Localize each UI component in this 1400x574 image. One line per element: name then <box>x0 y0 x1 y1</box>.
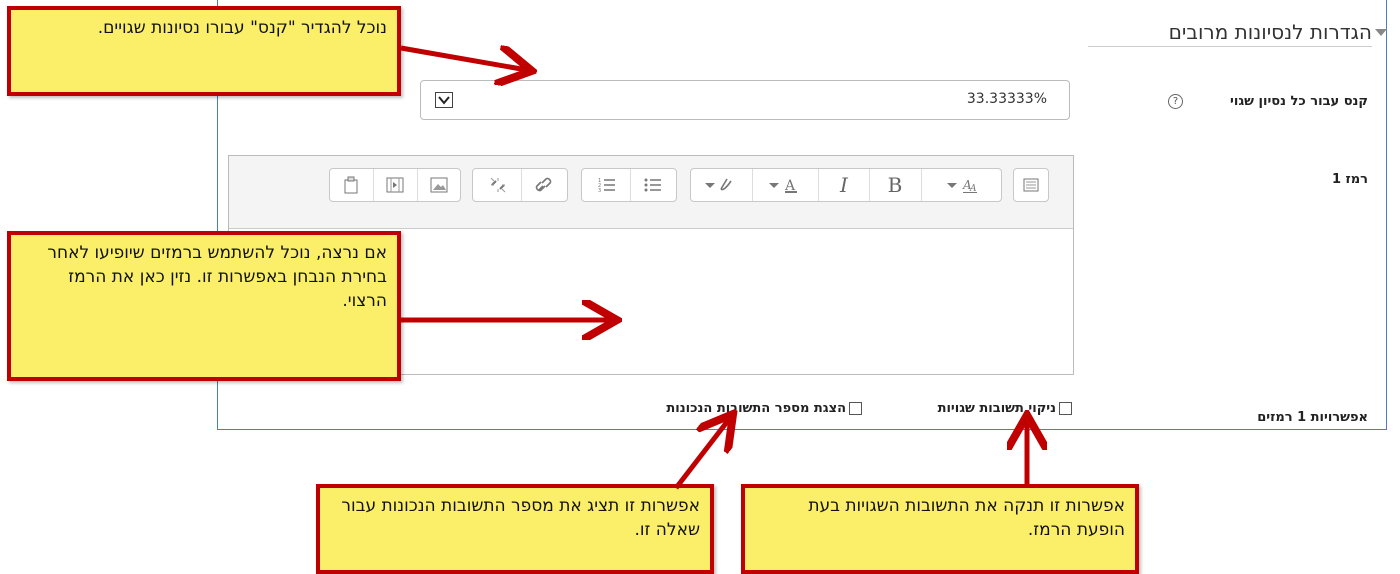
svg-text:3: 3 <box>598 188 601 193</box>
media-icon[interactable] <box>374 169 416 201</box>
callout-penalty: נוכל להגדיר "קנס" עבורו נסיונות שגויים. <box>7 6 401 96</box>
penalty-value: 33.33333% <box>966 91 1047 107</box>
callout-clear-wrong: אפשרות זו תנקה את התשובות השגויות בעת הו… <box>741 484 1139 574</box>
bold-icon[interactable]: B <box>870 169 920 201</box>
italic-icon[interactable]: I <box>819 169 869 201</box>
section-divider <box>1088 46 1372 47</box>
toolbar-group-format: A I B AA <box>690 168 1002 202</box>
link-icon[interactable] <box>523 169 565 201</box>
hint-options-label: אפשרויות 1 רמזים <box>1257 410 1368 425</box>
ordered-list-icon[interactable]: 123 <box>586 169 628 201</box>
chevron-down-icon[interactable] <box>435 92 453 108</box>
toolbar-group-media <box>329 168 461 202</box>
unlink-icon[interactable] <box>477 169 519 201</box>
clear-wrong-checkbox[interactable] <box>1059 402 1072 415</box>
penalty-select[interactable]: 33.33333% <box>420 80 1070 120</box>
triangle-down-icon[interactable] <box>1375 29 1387 36</box>
toolbar-group-links <box>472 168 568 202</box>
toolbar-group-toggle <box>1013 168 1049 202</box>
clear-wrong-label: ניקוי תשובות שגויות <box>937 401 1056 416</box>
question-circle-icon[interactable]: ? <box>1168 94 1183 109</box>
penalty-label: קנס עבור כל נסיון שגוי <box>1230 94 1368 109</box>
unordered-list-icon[interactable] <box>632 169 674 201</box>
section-title[interactable]: הגדרות לנסיונות מרובים <box>1090 20 1372 44</box>
toolbar-toggle-icon[interactable] <box>1014 169 1048 201</box>
callout-hint: אם נרצה, נוכל להשתמש ברמזים שיופיעו לאחר… <box>7 231 401 381</box>
font-color-icon[interactable]: A <box>753 169 817 201</box>
callout-show-correct: אפשרות זו תציג את מספר התשובות הנכונות ע… <box>316 484 714 574</box>
editor-toolbar: A I B AA 123 <box>229 156 1073 229</box>
show-num-correct-checkbox[interactable] <box>849 402 862 415</box>
background-color-icon[interactable] <box>691 169 751 201</box>
show-num-correct-label: הצגת מספר התשובות הנכונות <box>666 401 846 416</box>
manage-files-icon[interactable] <box>330 169 372 201</box>
image-icon[interactable] <box>418 169 460 201</box>
font-family-icon[interactable]: AA <box>922 169 1000 201</box>
toolbar-group-lists: 123 <box>581 168 677 202</box>
hint-label: רמז 1 <box>1331 172 1368 187</box>
